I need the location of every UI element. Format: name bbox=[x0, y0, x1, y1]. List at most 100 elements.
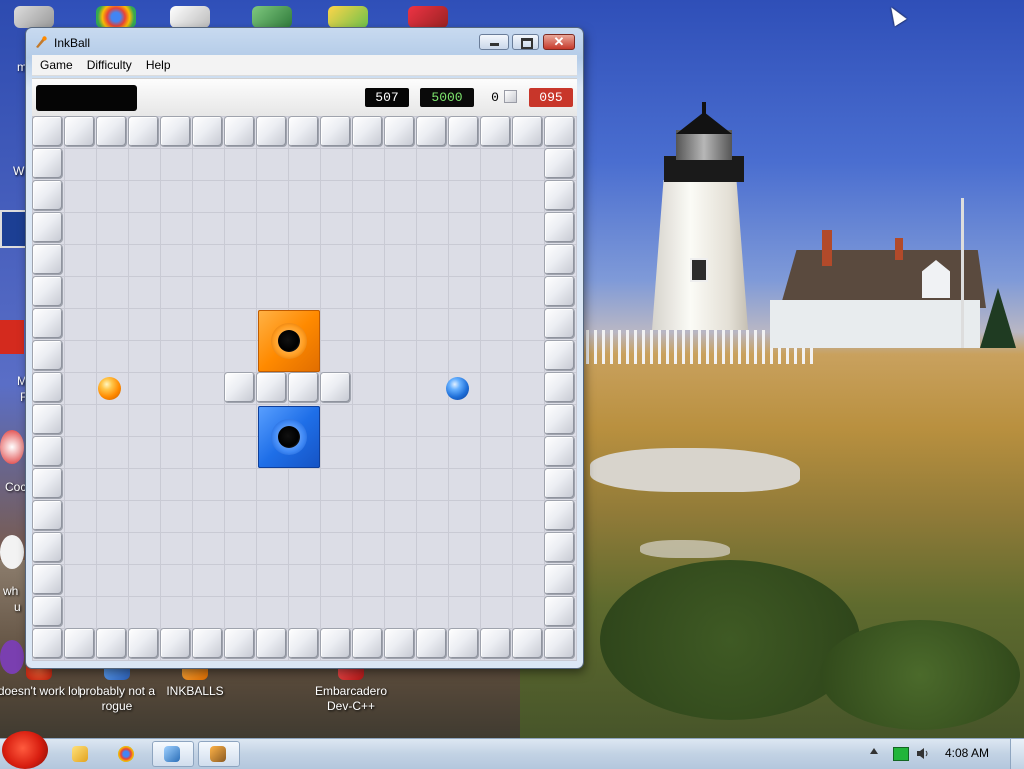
taskbar-inkball[interactable] bbox=[198, 741, 240, 767]
menu-help[interactable]: Help bbox=[138, 55, 177, 72]
desktop-icon[interactable] bbox=[0, 210, 28, 248]
status-bar: 507 5000 0 095 bbox=[32, 78, 577, 118]
wall-block bbox=[289, 373, 318, 402]
wall-block bbox=[33, 373, 62, 402]
wall-block bbox=[33, 597, 62, 626]
desktop-icon-label: INKBALLS bbox=[166, 684, 224, 698]
wall-block bbox=[97, 629, 126, 658]
game-board[interactable] bbox=[32, 116, 577, 661]
taskbar-file-explorer[interactable] bbox=[60, 741, 102, 767]
wall-block bbox=[417, 629, 446, 658]
wall-block bbox=[385, 629, 414, 658]
wall-block bbox=[385, 117, 414, 146]
hole-pit bbox=[278, 330, 300, 352]
wall-block bbox=[257, 373, 286, 402]
wall-block bbox=[289, 629, 318, 658]
desktop-icon-label: u bbox=[14, 600, 21, 614]
wall-block bbox=[161, 117, 190, 146]
wallpaper-rock bbox=[590, 448, 800, 492]
close-button[interactable]: ✕ bbox=[543, 34, 575, 50]
taskbar-chrome[interactable] bbox=[106, 741, 148, 767]
desktop-icon-label: doesn't work lol bbox=[0, 684, 81, 698]
desktop-icon[interactable] bbox=[408, 6, 448, 28]
show-desktop-button[interactable] bbox=[1010, 739, 1024, 769]
wallpaper-flagpole bbox=[961, 198, 964, 348]
message-display bbox=[36, 85, 137, 111]
desktop-icon[interactable] bbox=[0, 430, 24, 464]
maximize-icon bbox=[521, 38, 533, 49]
desktop-icon[interactable] bbox=[170, 6, 210, 28]
wall-block bbox=[513, 117, 542, 146]
window-title: InkBall bbox=[54, 36, 91, 50]
wall-block bbox=[129, 117, 158, 146]
wall-block bbox=[33, 181, 62, 210]
wall-block bbox=[33, 437, 62, 466]
desktop-icon-label: W bbox=[13, 164, 25, 178]
wall-block bbox=[321, 629, 350, 658]
wall-block bbox=[33, 309, 62, 338]
desktop-icon[interactable] bbox=[0, 535, 24, 569]
taskbar: 4:08 AM bbox=[0, 731, 1024, 769]
inkball-app-icon bbox=[36, 36, 47, 48]
wall-block bbox=[545, 149, 574, 178]
time-counter: 095 bbox=[529, 88, 573, 107]
desktop-icon-label: Embarcadero Dev-C++ bbox=[314, 684, 388, 713]
maximize-button[interactable] bbox=[512, 34, 539, 50]
wall-block bbox=[33, 565, 62, 594]
wall-block bbox=[33, 501, 62, 530]
desktop-icon[interactable] bbox=[0, 320, 24, 354]
wall-block bbox=[545, 181, 574, 210]
inkball-window[interactable]: InkBall ✕ Game Difficulty Help 507 5000 0 … bbox=[26, 28, 583, 668]
battery-icon[interactable] bbox=[893, 747, 909, 761]
wall-block bbox=[545, 277, 574, 306]
wallpaper-shrub bbox=[600, 560, 860, 720]
wall-block bbox=[257, 629, 286, 658]
wall-block bbox=[545, 469, 574, 498]
wall-block bbox=[321, 373, 350, 402]
wall-block bbox=[225, 117, 254, 146]
shield-icon[interactable] bbox=[252, 6, 292, 28]
wall-block bbox=[545, 341, 574, 370]
volume-icon[interactable] bbox=[916, 747, 930, 760]
desktop-icon[interactable] bbox=[328, 6, 368, 28]
wall-block bbox=[193, 629, 222, 658]
wallpaper-rock bbox=[640, 540, 730, 558]
balls-counter: 0 bbox=[491, 90, 499, 105]
taskbar-network-app[interactable] bbox=[152, 741, 194, 767]
wall-block bbox=[545, 597, 574, 626]
hole-pit bbox=[278, 426, 300, 448]
menu-difficulty[interactable]: Difficulty bbox=[79, 55, 138, 72]
minimize-button[interactable] bbox=[479, 34, 509, 50]
menu-game[interactable]: Game bbox=[32, 55, 79, 72]
wall-block bbox=[289, 117, 318, 146]
wall-block bbox=[545, 501, 574, 530]
mouse-cursor-icon bbox=[885, 3, 907, 27]
desktop-icon[interactable] bbox=[14, 6, 54, 28]
wallpaper-shrub bbox=[820, 620, 1020, 730]
menu-bar: Game Difficulty Help bbox=[32, 55, 577, 76]
wall-block bbox=[545, 405, 574, 434]
wall-block bbox=[257, 117, 286, 146]
wall-block bbox=[545, 629, 574, 658]
clock[interactable]: 4:08 AM bbox=[945, 746, 989, 760]
wall-block bbox=[545, 245, 574, 274]
wall-block bbox=[545, 533, 574, 562]
blue-hole bbox=[258, 406, 320, 468]
wallpaper-tree bbox=[980, 288, 1016, 348]
wall-block bbox=[161, 629, 190, 658]
target-score-counter: 5000 bbox=[420, 88, 474, 107]
title-bar[interactable]: InkBall ✕ bbox=[26, 28, 583, 56]
wall-block bbox=[225, 629, 254, 658]
minimize-icon bbox=[490, 43, 499, 46]
wall-block bbox=[65, 629, 94, 658]
wallpaper-lighthouse bbox=[652, 180, 748, 330]
chrome-desktop-icon[interactable] bbox=[96, 6, 136, 28]
wall-block bbox=[545, 117, 574, 146]
wall-block bbox=[481, 629, 510, 658]
inkball-icon bbox=[210, 746, 226, 762]
score-counter: 507 bbox=[365, 88, 409, 107]
start-button[interactable] bbox=[2, 731, 48, 769]
wall-block bbox=[353, 629, 382, 658]
show-hidden-icons-icon[interactable] bbox=[870, 748, 878, 754]
wallpaper-lighthouse-window bbox=[690, 258, 708, 282]
